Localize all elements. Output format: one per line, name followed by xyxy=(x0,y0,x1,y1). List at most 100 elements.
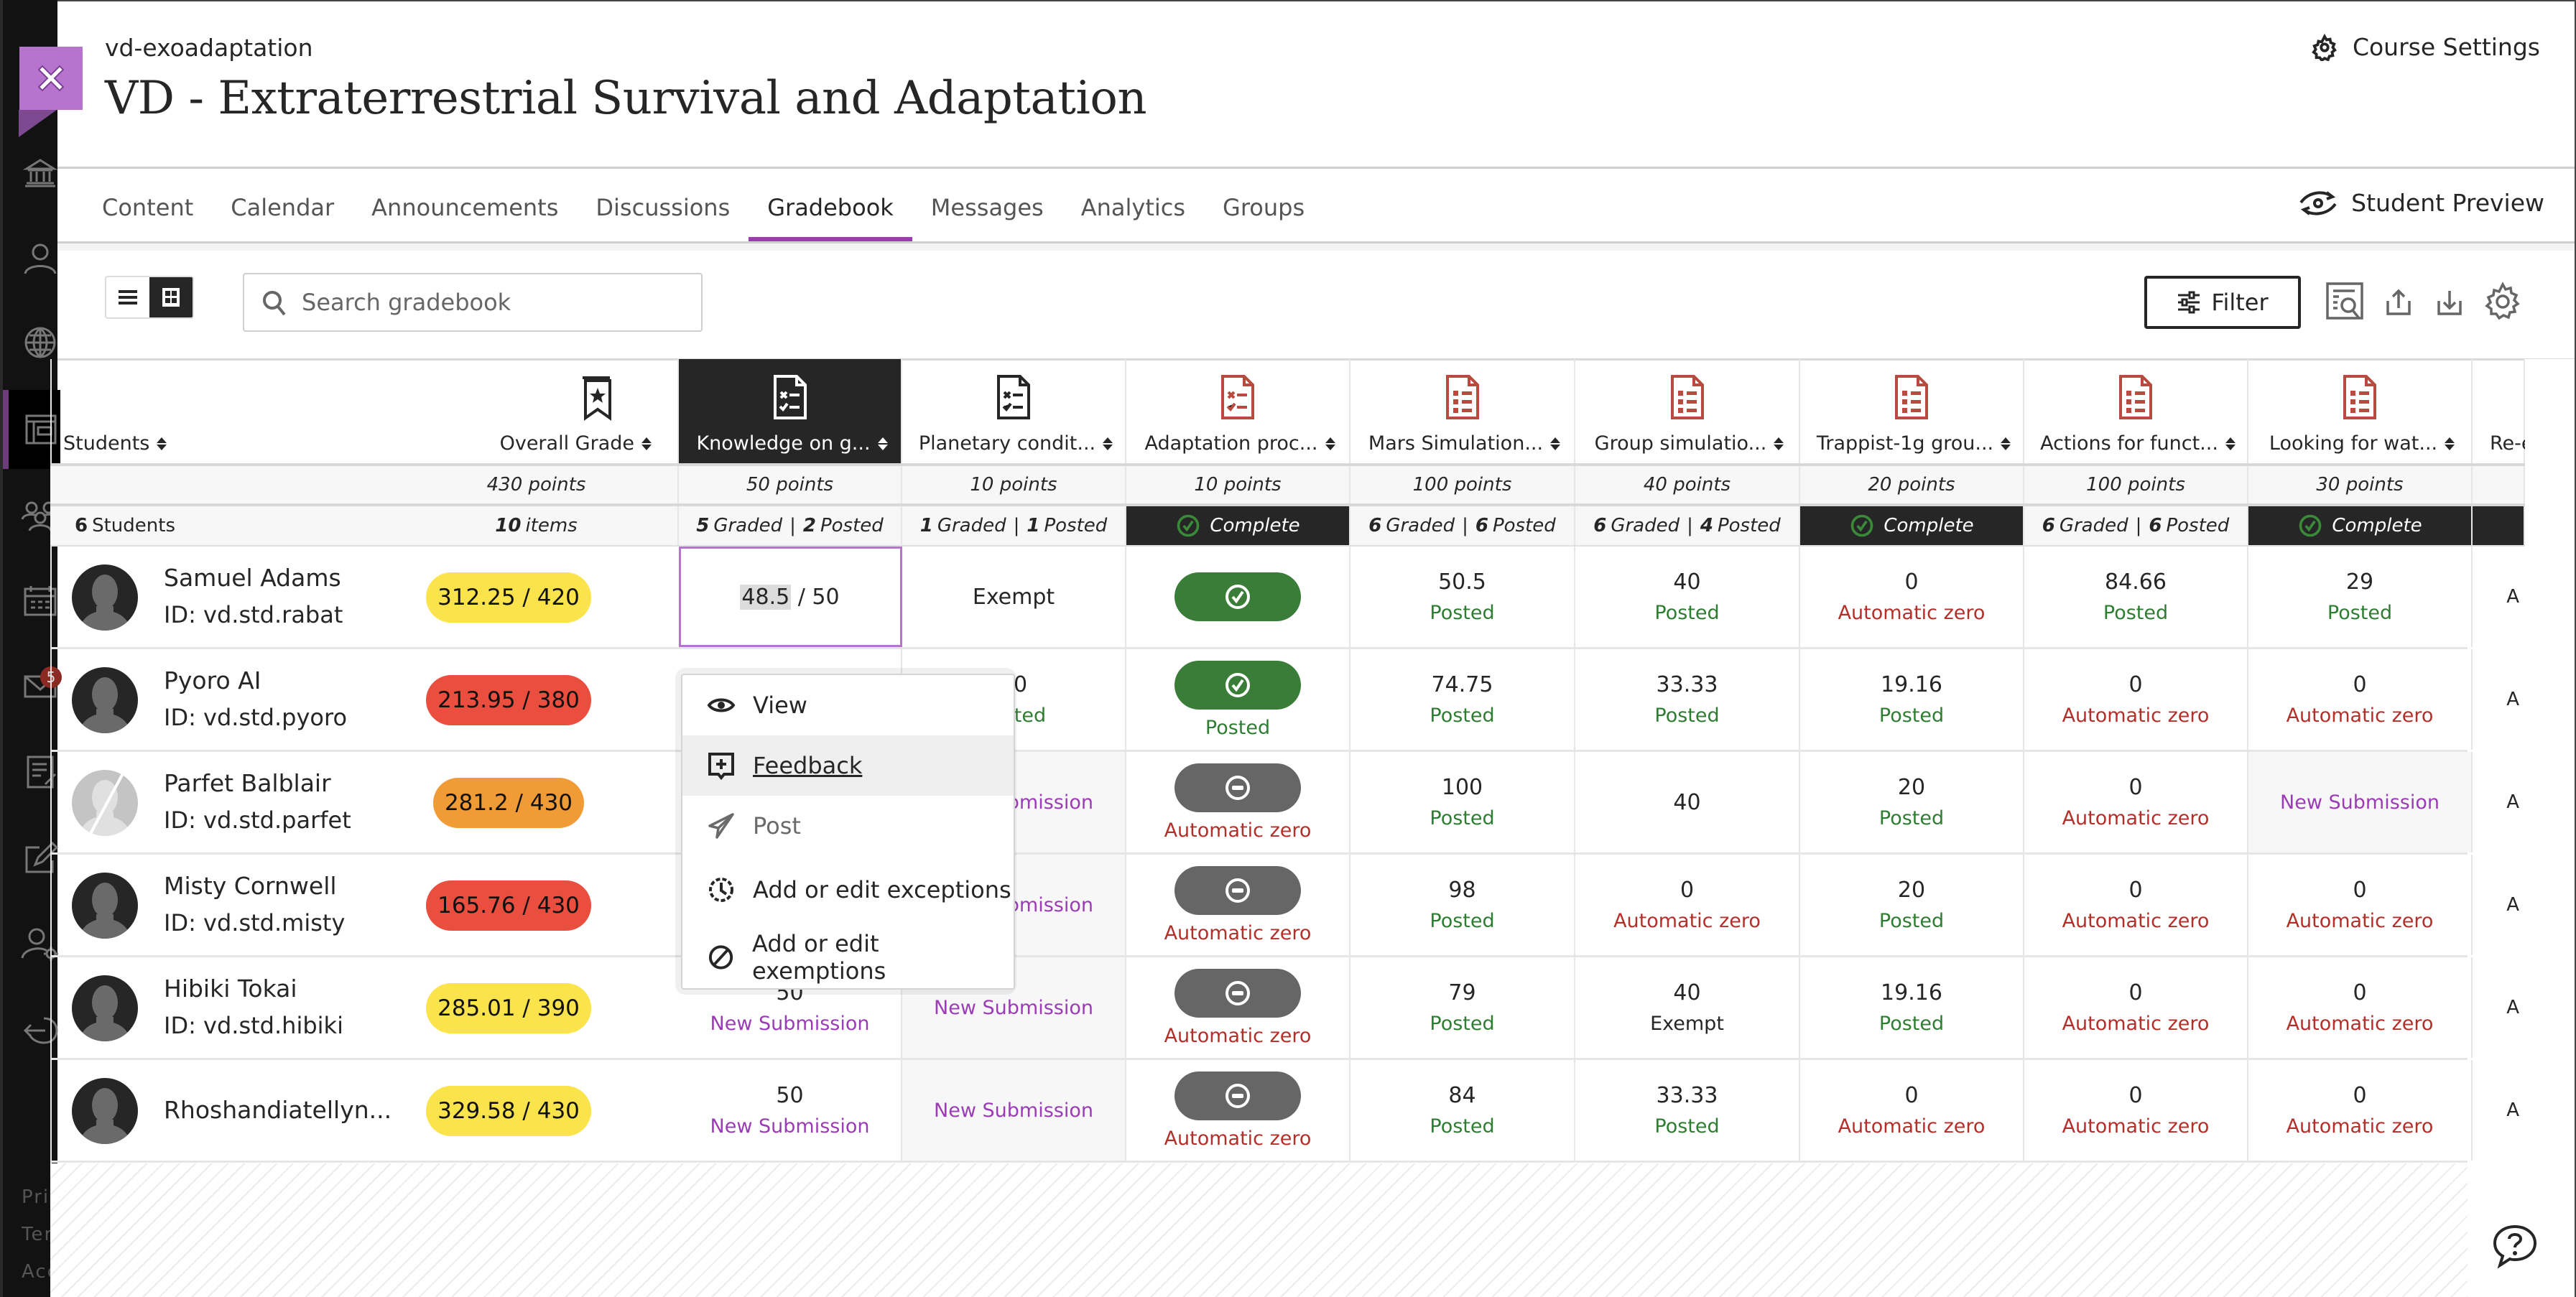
search-input[interactable] xyxy=(302,289,690,316)
filter-button[interactable]: Filter xyxy=(2144,276,2301,329)
tab-discussions[interactable]: Discussions xyxy=(577,174,749,241)
grade-cell[interactable]: A xyxy=(2473,649,2525,750)
student-name[interactable]: Hibiki Tokai xyxy=(164,975,297,1003)
column-header-item[interactable]: Trappist-1g grou... xyxy=(1800,359,2024,463)
grade-status[interactable]: New Submission xyxy=(710,1115,870,1138)
grade-cell[interactable]: 19.16 Posted xyxy=(1800,649,2024,750)
grade-cell[interactable]: Exempt xyxy=(902,547,1126,647)
grade-cell[interactable]: 74.75 Posted xyxy=(1350,649,1575,750)
list-view-button[interactable] xyxy=(106,277,149,317)
column-header-item[interactable]: Group simulatio... xyxy=(1575,359,1800,463)
overall-grade-pill[interactable]: 329.58 / 430 xyxy=(426,1086,591,1136)
menu-item-add-or-edit-exemptions[interactable]: Add or edit exemptions xyxy=(682,924,1014,991)
column-title[interactable]: Planetary condit... xyxy=(917,432,1115,455)
grade-cell[interactable]: Automatic zero xyxy=(1126,855,1350,955)
grade-cell[interactable]: 84 Posted xyxy=(1350,1060,1575,1161)
sort-icon[interactable] xyxy=(2001,437,2011,450)
grade-input[interactable]: 48.5 / 50 xyxy=(740,584,840,610)
grade-cell[interactable]: 0 Automatic zero xyxy=(2024,957,2248,1058)
grade-cell[interactable]: 0 Automatic zero xyxy=(1575,855,1800,955)
grid-view-button[interactable] xyxy=(149,277,193,317)
grade-cell[interactable]: 0 Automatic zero xyxy=(1800,1060,2024,1161)
column-header-item[interactable]: Re-e xyxy=(2473,359,2534,463)
grade-cell[interactable]: 40 Posted xyxy=(1575,547,1800,647)
sort-icon[interactable] xyxy=(2225,437,2236,450)
incomplete-pill[interactable] xyxy=(1175,968,1301,1018)
grade-cell[interactable]: Posted xyxy=(1126,649,1350,750)
students-sort-button[interactable]: Students xyxy=(63,432,385,455)
sidebar-item-profile[interactable] xyxy=(3,219,60,298)
column-title[interactable]: Adaptation proc... xyxy=(1141,432,1339,455)
grade-cell[interactable]: 20 Posted xyxy=(1800,752,2024,852)
grade-cell[interactable]: 0 Automatic zero xyxy=(2248,1060,2473,1161)
sort-icon[interactable] xyxy=(157,437,167,450)
close-course-button[interactable] xyxy=(19,47,83,110)
help-icon[interactable] xyxy=(2491,1222,2539,1270)
grade-cell[interactable]: 0 Automatic zero xyxy=(2248,957,2473,1058)
grade-status[interactable]: New Submission xyxy=(934,997,1093,1019)
student-name[interactable]: Pyoro AI xyxy=(164,666,261,694)
column-header-item[interactable]: Looking for wat... xyxy=(2248,359,2473,463)
grade-cell[interactable]: 0 Automatic zero xyxy=(2024,752,2248,852)
overall-grade-pill[interactable]: 213.95 / 380 xyxy=(426,675,591,725)
overall-grade-pill[interactable]: 165.76 / 430 xyxy=(426,880,591,931)
incomplete-pill[interactable] xyxy=(1175,763,1301,812)
grade-cell[interactable]: 79 Posted xyxy=(1350,957,1575,1058)
student-name[interactable]: Rhoshandiatellyn... xyxy=(164,1096,392,1124)
sort-icon[interactable] xyxy=(641,437,652,450)
tab-analytics[interactable]: Analytics xyxy=(1062,174,1204,241)
column-header-item[interactable]: Adaptation proc... xyxy=(1126,359,1350,463)
upload-button[interactable] xyxy=(2376,279,2422,325)
grade-cell[interactable]: 98 Posted xyxy=(1350,855,1575,955)
grade-cell[interactable] xyxy=(1126,547,1350,647)
grade-cell[interactable]: A xyxy=(2473,855,2525,955)
grade-cell[interactable]: 50 New Submission xyxy=(679,1060,902,1161)
grade-cell[interactable]: New Submission xyxy=(2248,752,2473,852)
grade-cell[interactable]: 84.66 Posted xyxy=(2024,547,2248,647)
grade-cell[interactable]: 0 Automatic zero xyxy=(2024,855,2248,955)
overall-grade-pill[interactable]: 285.01 / 390 xyxy=(426,983,591,1033)
column-title[interactable]: Knowledge on g... xyxy=(693,432,891,455)
grade-cell[interactable]: 40 Exempt xyxy=(1575,957,1800,1058)
tab-groups[interactable]: Groups xyxy=(1204,174,1323,241)
sort-icon[interactable] xyxy=(1774,437,1784,450)
grade-cell[interactable]: A xyxy=(2473,1060,2525,1161)
grade-cell[interactable]: Automatic zero xyxy=(1126,752,1350,852)
overall-grade-sort-button[interactable]: Overall Grade xyxy=(409,432,652,455)
overall-grade-pill[interactable]: 312.25 / 420 xyxy=(426,572,591,623)
grade-cell[interactable]: 19.16 Posted xyxy=(1800,957,2024,1058)
grade-cell[interactable]: Automatic zero xyxy=(1126,1060,1350,1161)
grade-cell[interactable]: Automatic zero xyxy=(1126,957,1350,1058)
column-header-item[interactable]: Mars Simulation... xyxy=(1350,359,1575,463)
student-preview-button[interactable]: Student Preview xyxy=(2298,187,2544,218)
grade-cell[interactable]: 100 Posted xyxy=(1350,752,1575,852)
grade-cell[interactable]: 33.33 Posted xyxy=(1575,1060,1800,1161)
sort-icon[interactable] xyxy=(1103,437,1113,450)
sidebar-item-institution[interactable] xyxy=(3,133,60,212)
column-title[interactable]: Mars Simulation... xyxy=(1365,432,1564,455)
course-settings-button[interactable]: Course Settings xyxy=(2311,33,2540,61)
incomplete-pill[interactable] xyxy=(1175,1071,1301,1120)
column-title[interactable]: Looking for wat... xyxy=(2263,432,2461,455)
download-button[interactable] xyxy=(2427,279,2473,325)
column-title[interactable]: Trappist-1g grou... xyxy=(1815,432,2013,455)
column-title[interactable]: Actions for funct... xyxy=(2039,432,2237,455)
complete-pill[interactable] xyxy=(1175,660,1301,710)
grade-status[interactable]: New Submission xyxy=(710,1013,870,1035)
grade-cell[interactable]: 20 Posted xyxy=(1800,855,2024,955)
sort-icon[interactable] xyxy=(2445,437,2455,450)
column-header-item[interactable]: Knowledge on g... xyxy=(679,359,902,463)
grade-history-button[interactable] xyxy=(2322,279,2368,325)
grade-cell[interactable]: A xyxy=(2473,547,2525,647)
tab-calendar[interactable]: Calendar xyxy=(212,174,353,241)
sort-icon[interactable] xyxy=(877,437,888,450)
menu-item-post[interactable]: Post xyxy=(682,796,1014,856)
tab-content[interactable]: Content xyxy=(102,174,212,241)
grade-status[interactable]: New Submission xyxy=(934,1100,1093,1122)
student-name[interactable]: Misty Cornwell xyxy=(164,872,337,900)
student-name[interactable]: Samuel Adams xyxy=(164,564,341,592)
complete-pill[interactable] xyxy=(1175,572,1301,621)
menu-item-view[interactable]: View xyxy=(682,675,1014,735)
grade-status[interactable]: New Submission xyxy=(2280,791,2440,814)
grade-cell[interactable]: 0 Automatic zero xyxy=(2248,649,2473,750)
